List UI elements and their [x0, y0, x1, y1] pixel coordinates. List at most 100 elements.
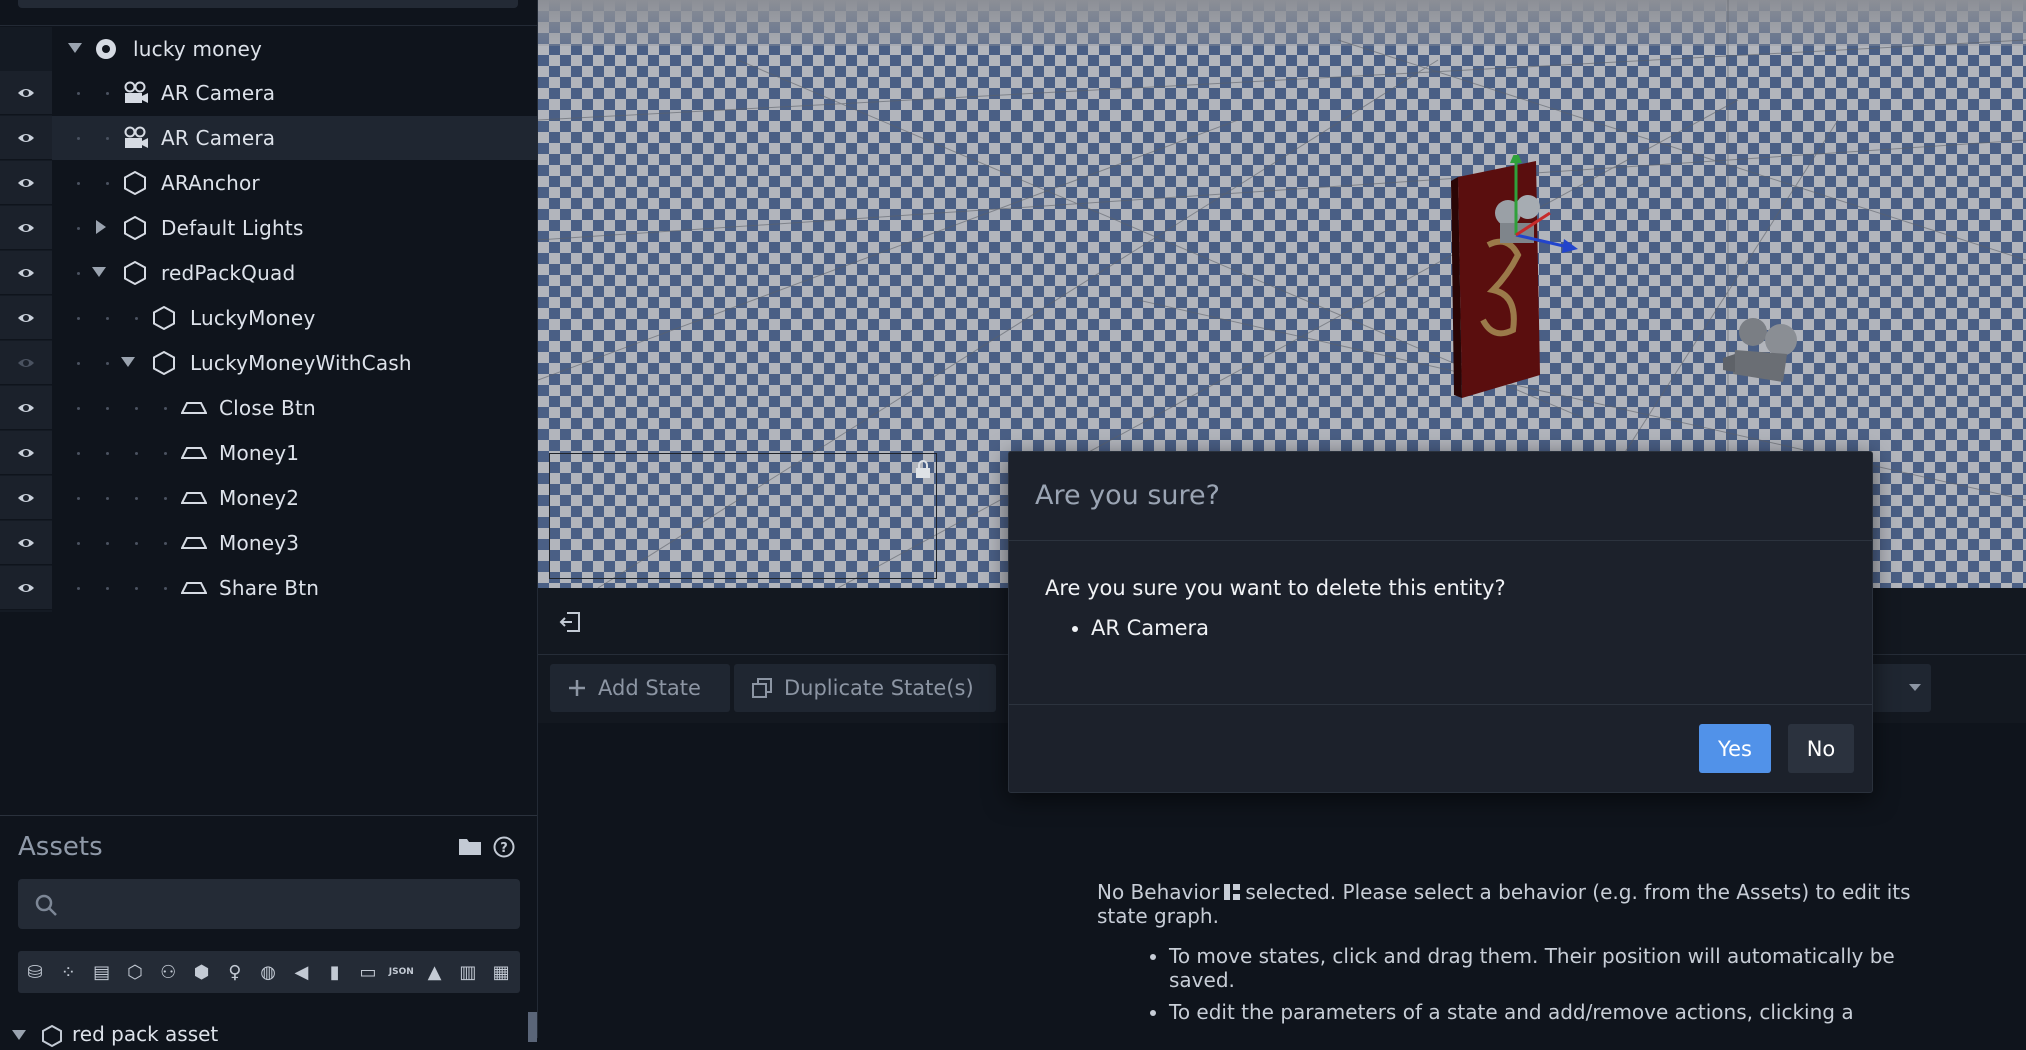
box-icon[interactable]: ⬢: [189, 960, 215, 984]
add-state-button[interactable]: Add State: [550, 664, 730, 712]
hierarchy-row[interactable]: AR Camera: [0, 71, 537, 115]
hierarchy-row-label: AR Camera: [161, 126, 276, 150]
camera-icon: [123, 126, 148, 150]
hierarchy-row[interactable]: Share Btn: [0, 566, 537, 610]
chevron-down-icon[interactable]: [92, 267, 106, 277]
audio-icon[interactable]: ◀: [288, 960, 314, 984]
chevron-down-icon[interactable]: [12, 1030, 26, 1040]
visibility-toggle[interactable]: [0, 476, 52, 520]
add-state-label: Add State: [598, 676, 701, 700]
duplicate-state-label: Duplicate State(s): [784, 676, 974, 700]
assets-title: Assets: [18, 832, 103, 862]
visibility-toggle[interactable]: [0, 386, 52, 430]
help-icon[interactable]: ?: [493, 836, 515, 858]
hierarchy-root-row[interactable]: lucky money: [0, 27, 537, 71]
script-icon[interactable]: ▮: [322, 960, 348, 984]
hierarchy-row[interactable]: Money3: [0, 521, 537, 565]
camera-icon: [123, 81, 148, 105]
no-button[interactable]: No: [1788, 724, 1854, 773]
package-icon: [42, 1024, 62, 1048]
entity-icon[interactable]: ⬡: [122, 960, 148, 984]
scene-hierarchy-panel: lucky money AR Camera AR Camera ARAnchor De…: [0, 0, 538, 1048]
exit-icon[interactable]: [558, 610, 582, 634]
behavior-icon: [1224, 884, 1241, 900]
hierarchy-row-label: LuckyMoneyWithCash: [190, 351, 412, 375]
assets-search-input[interactable]: [68, 889, 502, 921]
chevron-down-icon[interactable]: [68, 43, 82, 53]
characters-icon[interactable]: ⚇: [155, 960, 181, 984]
plane-icon: [180, 486, 208, 510]
entity-icon: [152, 305, 176, 331]
dialog-entity-item: AR Camera: [1091, 616, 1209, 640]
hierarchy-root-label: lucky money: [133, 37, 263, 61]
person-icon[interactable]: ♀: [222, 960, 248, 984]
environment-icon[interactable]: ◍: [255, 960, 281, 984]
visibility-toggle[interactable]: [0, 296, 52, 340]
video-icon[interactable]: ▤: [89, 960, 115, 984]
divider: [0, 25, 537, 26]
visibility-toggle[interactable]: [0, 566, 52, 610]
hierarchy-row[interactable]: Money2: [0, 476, 537, 520]
asset-tree-label: red pack asset: [72, 1022, 219, 1046]
hierarchy-row[interactable]: redPackQuad: [0, 251, 537, 295]
entity-icon: [123, 215, 147, 241]
hierarchy-row-label: ARAnchor: [161, 171, 260, 195]
plus-icon: [568, 679, 586, 697]
duplicate-icon: [752, 678, 772, 698]
visibility-toggle[interactable]: [0, 251, 52, 295]
hierarchy-row[interactable]: LuckyMoney: [0, 296, 537, 340]
plane-icon: [180, 441, 208, 465]
visibility-toggle[interactable]: [0, 341, 52, 385]
lock-icon[interactable]: [914, 459, 932, 479]
help-intro: No Behavior selected. Please select a beh…: [1097, 880, 1937, 928]
models-icon[interactable]: ⛁: [22, 960, 48, 984]
dialog-entity-list: AR Camera: [1045, 616, 1209, 640]
chevron-right-icon[interactable]: [96, 220, 106, 234]
visibility-toggle[interactable]: [0, 431, 52, 475]
help-bullet: To edit the parameters of a state and ad…: [1169, 1000, 1937, 1024]
help-intro-start: No Behavior: [1097, 880, 1220, 904]
visibility-toggle[interactable]: [0, 71, 52, 115]
visibility-toggle[interactable]: [0, 521, 52, 565]
chevron-down-icon[interactable]: [121, 357, 135, 367]
hierarchy-row[interactable]: Default Lights: [0, 206, 537, 250]
hierarchy-row[interactable]: Money1: [0, 431, 537, 475]
json-icon[interactable]: JSON: [388, 960, 414, 984]
behavior-icon[interactable]: ▥: [455, 960, 481, 984]
asset-tree-item[interactable]: red pack asset: [0, 1020, 537, 1050]
hierarchy-row-label: LuckyMoney: [190, 306, 316, 330]
chat-icon[interactable]: ▭: [355, 960, 381, 984]
hierarchy-row[interactable]: ARAnchor: [0, 161, 537, 205]
visibility-toggle[interactable]: [0, 206, 52, 250]
help-bullet: To move states, click and drag them. The…: [1169, 944, 1937, 992]
divider: [1009, 704, 1872, 705]
plane-icon: [180, 576, 208, 600]
image-icon[interactable]: ▲: [422, 960, 448, 984]
hierarchy-row-label: Money3: [219, 531, 300, 555]
viewport-safe-area: [549, 453, 937, 579]
hierarchy-row[interactable]: LuckyMoneyWithCash: [0, 341, 537, 385]
hierarchy-row-label: redPackQuad: [161, 261, 296, 285]
dialog-message: Are you sure you want to delete this ent…: [1045, 576, 1506, 600]
particles-icon[interactable]: ⁘: [55, 960, 81, 984]
entity-icon: [123, 170, 147, 196]
search-icon: [35, 894, 57, 916]
behavior-help-text: No Behavior selected. Please select a beh…: [1097, 880, 1937, 1032]
chevron-down-icon: [1909, 684, 1921, 691]
hierarchy-row[interactable]: AR Camera: [0, 116, 537, 160]
folder-icon[interactable]: [458, 836, 482, 856]
hierarchy-row[interactable]: Close Btn: [0, 386, 537, 430]
scene-icon: [96, 39, 116, 59]
yes-button[interactable]: Yes: [1699, 724, 1771, 773]
duplicate-state-button[interactable]: Duplicate State(s): [734, 664, 996, 712]
divider: [1009, 540, 1872, 541]
red-pack-model[interactable]: [1448, 155, 1678, 405]
hierarchy-row-label: Money2: [219, 486, 300, 510]
plane-icon: [180, 531, 208, 555]
texture-icon[interactable]: ▦: [488, 960, 514, 984]
visibility-toggle[interactable]: [0, 116, 52, 160]
entity-icon: [123, 260, 147, 286]
hierarchy-search-input[interactable]: [18, 0, 518, 8]
camera-gizmo-icon[interactable]: [1723, 310, 1813, 390]
visibility-toggle[interactable]: [0, 161, 52, 205]
